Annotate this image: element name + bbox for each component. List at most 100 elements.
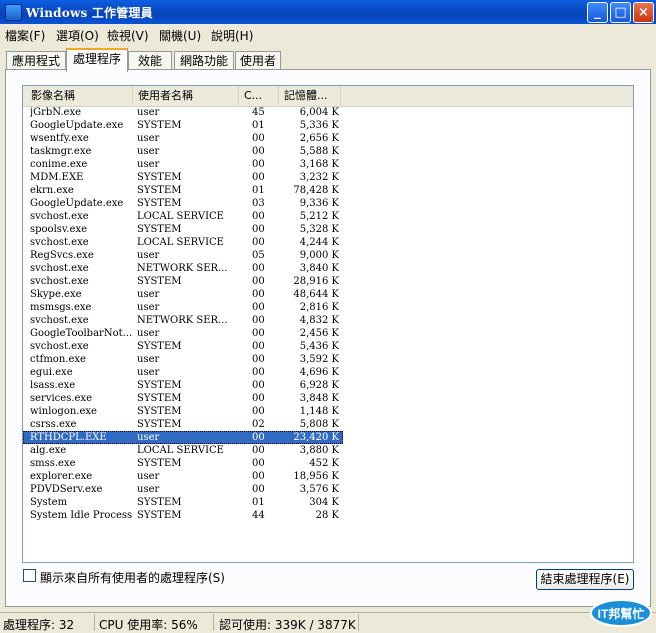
- table-row[interactable]: System SYSTEM 01 304 K: [23, 496, 343, 509]
- table-row[interactable]: svchost.exe NETWORK SER... 00 4,832 K: [23, 314, 343, 327]
- process-name-cell: svchost.exe: [30, 315, 89, 326]
- table-row[interactable]: lsass.exe SYSTEM 00 6,928 K: [23, 379, 343, 392]
- table-row[interactable]: alg.exe LOCAL SERVICE 00 3,880 K: [23, 444, 343, 457]
- table-row[interactable]: services.exe SYSTEM 00 3,848 K: [23, 392, 343, 405]
- maximize-button[interactable]: □: [610, 2, 631, 23]
- column-header-memory[interactable]: 記憶體...: [279, 86, 341, 105]
- menu-file[interactable]: 檔案(F): [5, 27, 45, 44]
- show-all-users-checkbox[interactable]: [23, 569, 36, 582]
- table-row[interactable]: svchost.exe SYSTEM 00 28,916 K: [23, 275, 343, 288]
- process-name-cell: RTHDCPL.EXE: [30, 432, 107, 443]
- table-row[interactable]: jGrbN.exe user 45 6,004 K: [23, 106, 343, 119]
- process-user-cell: NETWORK SER...: [137, 315, 228, 326]
- process-user-cell: SYSTEM: [137, 497, 182, 508]
- table-row[interactable]: explorer.exe user 00 18,956 K: [23, 470, 343, 483]
- table-row[interactable]: svchost.exe SYSTEM 00 5,436 K: [23, 340, 343, 353]
- column-header-cpu[interactable]: C...: [239, 86, 279, 105]
- process-list[interactable]: 影像名稱 使用者名稱 C... 記憶體... jGrbN.exe user 45 6,…: [22, 85, 634, 563]
- menu-help[interactable]: 說明(H): [211, 27, 253, 44]
- process-name-cell: taskmgr.exe: [30, 146, 92, 157]
- process-name-cell: alg.exe: [30, 445, 67, 456]
- ithome-logo: IT邦幫忙: [590, 599, 652, 627]
- close-button[interactable]: ×: [633, 2, 654, 23]
- tab-processes[interactable]: 處理程序: [66, 48, 128, 72]
- process-name-cell: spoolsv.exe: [30, 224, 88, 235]
- tab-applications[interactable]: 應用程式: [6, 51, 66, 70]
- process-name-cell: svchost.exe: [30, 263, 89, 274]
- status-divider: [358, 614, 359, 631]
- process-name-cell: explorer.exe: [30, 471, 93, 482]
- table-row[interactable]: winlogon.exe SYSTEM 00 1,148 K: [23, 405, 343, 418]
- table-row[interactable]: msmsgs.exe user 00 2,816 K: [23, 301, 343, 314]
- table-row[interactable]: RegSvcs.exe user 05 9,000 K: [23, 249, 343, 262]
- process-user-cell: SYSTEM: [137, 406, 182, 417]
- process-memory-cell: 28 K: [315, 510, 339, 521]
- process-memory-cell: 6,928 K: [299, 380, 339, 391]
- menu-shutdown[interactable]: 關機(U): [159, 27, 201, 44]
- table-row[interactable]: csrss.exe SYSTEM 02 5,808 K: [23, 418, 343, 431]
- table-row[interactable]: RTHDCPL.EXE user 00 23,420 K: [23, 431, 343, 444]
- table-row[interactable]: MDM.EXE SYSTEM 00 3,232 K: [23, 171, 343, 184]
- table-row[interactable]: egui.exe user 00 4,696 K: [23, 366, 343, 379]
- minimize-icon: _: [594, 5, 601, 20]
- process-user-cell: SYSTEM: [137, 172, 182, 183]
- process-user-cell: user: [137, 289, 160, 300]
- process-memory-cell: 5,336 K: [299, 120, 339, 131]
- table-row[interactable]: GoogleToolbarNot... user 00 2,456 K: [23, 327, 343, 340]
- table-row[interactable]: wsentfy.exe user 00 2,656 K: [23, 132, 343, 145]
- table-row[interactable]: svchost.exe LOCAL SERVICE 00 5,212 K: [23, 210, 343, 223]
- process-cpu-cell: 00: [252, 471, 265, 482]
- process-cpu-cell: 00: [252, 172, 265, 183]
- process-name-cell: msmsgs.exe: [30, 302, 92, 313]
- end-process-button[interactable]: 結束處理程序(E): [536, 569, 634, 590]
- menu-view[interactable]: 檢視(V): [107, 27, 149, 44]
- table-row[interactable]: svchost.exe LOCAL SERVICE 00 4,244 K: [23, 236, 343, 249]
- table-row[interactable]: svchost.exe NETWORK SER... 00 3,840 K: [23, 262, 343, 275]
- process-name-cell: svchost.exe: [30, 211, 89, 222]
- tab-users[interactable]: 使用者: [235, 51, 281, 70]
- table-row[interactable]: GoogleUpdate.exe SYSTEM 01 5,336 K: [23, 119, 343, 132]
- process-name-cell: lsass.exe: [30, 380, 76, 391]
- table-row[interactable]: conime.exe user 00 3,168 K: [23, 158, 343, 171]
- table-row[interactable]: spoolsv.exe SYSTEM 00 5,328 K: [23, 223, 343, 236]
- table-row[interactable]: ekrn.exe SYSTEM 01 78,428 K: [23, 184, 343, 197]
- process-cpu-cell: 01: [252, 120, 265, 131]
- tab-networking[interactable]: 網路功能: [174, 51, 234, 70]
- process-cpu-cell: 00: [252, 367, 265, 378]
- process-name-cell: svchost.exe: [30, 341, 89, 352]
- table-row[interactable]: PDVDServ.exe user 00 3,576 K: [23, 483, 343, 496]
- status-divider: [213, 614, 214, 631]
- process-user-cell: SYSTEM: [137, 510, 182, 521]
- process-user-cell: user: [137, 107, 160, 118]
- table-row[interactable]: smss.exe SYSTEM 00 452 K: [23, 457, 343, 470]
- table-row[interactable]: taskmgr.exe user 00 5,588 K: [23, 145, 343, 158]
- tab-performance[interactable]: 效能: [128, 51, 172, 70]
- table-row[interactable]: System Idle Process SYSTEM 44 28 K: [23, 509, 343, 522]
- minimize-button[interactable]: _: [587, 2, 608, 23]
- menu-options[interactable]: 選項(O): [56, 27, 99, 44]
- window-title: Windows 工作管理員: [26, 6, 153, 20]
- process-user-cell: SYSTEM: [137, 458, 182, 469]
- process-memory-cell: 3,576 K: [299, 484, 339, 495]
- table-row[interactable]: ctfmon.exe user 00 3,592 K: [23, 353, 343, 366]
- process-cpu-cell: 05: [252, 250, 265, 261]
- show-all-users-label[interactable]: 顯示來自所有使用者的處理程序(S): [40, 569, 225, 586]
- process-cpu-cell: 00: [252, 380, 265, 391]
- process-name-cell: services.exe: [30, 393, 92, 404]
- process-cpu-cell: 01: [252, 185, 265, 196]
- process-cpu-cell: 00: [252, 276, 265, 287]
- process-user-cell: SYSTEM: [137, 419, 182, 430]
- column-header-user-name[interactable]: 使用者名稱: [133, 86, 239, 105]
- table-row[interactable]: GoogleUpdate.exe SYSTEM 03 9,336 K: [23, 197, 343, 210]
- process-cpu-cell: 00: [252, 302, 265, 313]
- process-memory-cell: 4,696 K: [299, 367, 339, 378]
- table-row[interactable]: Skype.exe user 00 48,644 K: [23, 288, 343, 301]
- process-cpu-cell: 03: [252, 198, 265, 209]
- column-header-image-name[interactable]: 影像名稱: [23, 86, 133, 105]
- process-user-cell: LOCAL SERVICE: [137, 211, 224, 222]
- ithome-logo-text: IT邦幫忙: [598, 606, 645, 621]
- process-cpu-cell: 44: [252, 510, 265, 521]
- process-memory-cell: 5,212 K: [299, 211, 339, 222]
- title-bar[interactable]: Windows 工作管理員 _ □ ×: [0, 0, 656, 24]
- process-user-cell: SYSTEM: [137, 185, 182, 196]
